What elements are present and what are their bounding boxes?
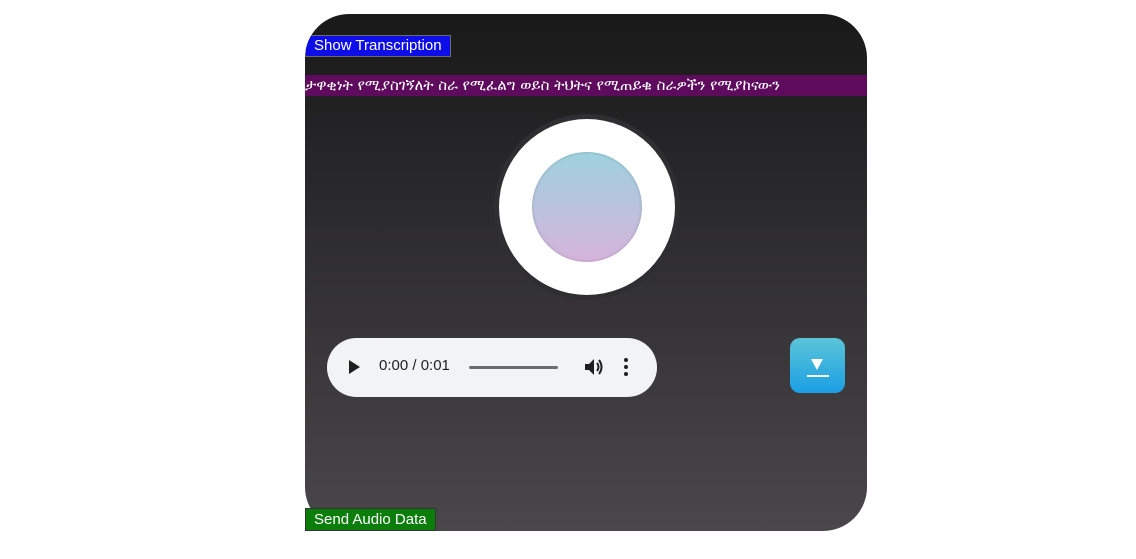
transcription-marquee: ታዋቂነት የሚያስገኝለት ስራ የሚፈልግ ወይስ ትህትና የሚጠይቁ ስ… — [305, 75, 867, 96]
more-vertical-icon[interactable] — [623, 358, 629, 378]
orb-core — [532, 152, 642, 262]
recorder-card: Show Transcription ታዋቂነት የሚያስገኝለት ስራ የሚፈ… — [305, 14, 867, 531]
audio-player[interactable]: 0:00 / 0:01 — [327, 338, 657, 397]
download-button[interactable] — [790, 338, 845, 393]
seek-bar[interactable] — [469, 366, 558, 369]
recording-orb — [494, 114, 680, 300]
audio-time: 0:00 / 0:01 — [379, 357, 450, 374]
send-audio-button[interactable]: Send Audio Data — [305, 508, 436, 531]
play-icon[interactable] — [349, 360, 360, 374]
download-icon — [811, 359, 823, 370]
orb-ring — [499, 119, 675, 295]
volume-icon[interactable] — [583, 357, 605, 377]
show-transcription-button[interactable]: Show Transcription — [305, 35, 451, 57]
